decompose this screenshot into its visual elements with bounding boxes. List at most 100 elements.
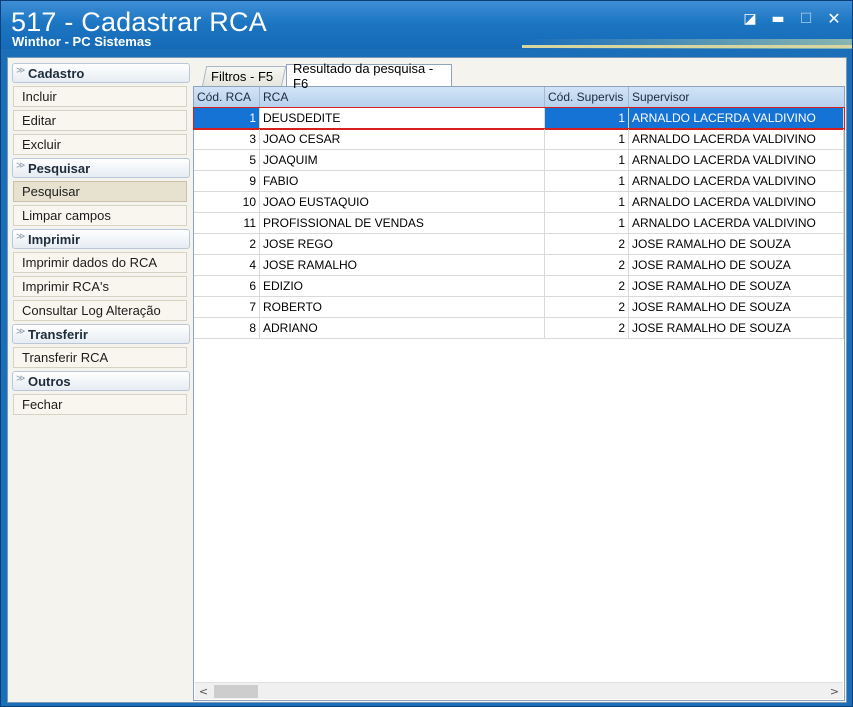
- title-bar[interactable]: 517 - Cadastrar RCA Winthor - PC Sistema…: [1, 1, 852, 49]
- results-grid[interactable]: Cód. RCA RCA Cód. Supervis Supervisor 1D…: [193, 86, 845, 701]
- minimize-icon[interactable]: ▬: [767, 9, 789, 29]
- cell-cod-rca[interactable]: 6: [194, 276, 260, 296]
- cell-rca[interactable]: ADRIANO: [260, 318, 545, 338]
- table-row[interactable]: 2 JOSE REGO 2 JOSE RAMALHO DE SOUZA: [194, 234, 844, 255]
- horizontal-scrollbar[interactable]: < >: [195, 682, 843, 699]
- sidebar: ≫ Cadastro Incluir Editar Excluir ≫ Pesquisar P…: [12, 63, 190, 418]
- group-header-imprimir[interactable]: ≫ Imprimir: [12, 229, 190, 249]
- grid-rows: 1 DEUSDEDITE 1 ARNALDO LACERDA VALDIVINO 3 JO…: [193, 107, 845, 339]
- cell-rca[interactable]: JOSE REGO: [260, 234, 545, 254]
- cell-rca[interactable]: ROBERTO: [260, 297, 545, 317]
- cell-rca[interactable]: JOAO EUSTAQUIO: [260, 192, 545, 212]
- chevron-collapse-icon[interactable]: ≫: [16, 327, 28, 337]
- table-row[interactable]: 4 JOSE RAMALHO 2 JOSE RAMALHO DE SOUZA: [194, 255, 844, 276]
- table-row[interactable]: 9 FABIO 1 ARNALDO LACERDA VALDIVINO: [194, 171, 844, 192]
- cell-rca[interactable]: DEUSDEDITE: [260, 108, 545, 128]
- column-header-cod-supervisor[interactable]: Cód. Supervis: [545, 87, 629, 108]
- group-label: Outros: [28, 373, 71, 389]
- sidebar-item[interactable]: Transferir RCA: [13, 347, 187, 368]
- group-header-cadastro[interactable]: ≫ Cadastro: [12, 63, 190, 83]
- cell-cod-rca[interactable]: 5: [194, 150, 260, 170]
- chevron-collapse-icon[interactable]: ≫: [16, 374, 28, 384]
- sidebar-item[interactable]: Pesquisar: [13, 181, 187, 202]
- group-header-pesquisar[interactable]: ≫ Pesquisar: [12, 158, 190, 178]
- cell-cod-rca[interactable]: 1: [194, 108, 260, 128]
- cell-cod-supervisor[interactable]: 1: [545, 213, 629, 233]
- restore-icon[interactable]: ◪: [739, 9, 761, 29]
- sidebar-item[interactable]: Imprimir dados do RCA: [13, 252, 187, 273]
- cell-supervisor[interactable]: ARNALDO LACERDA VALDIVINO: [629, 150, 844, 170]
- cell-supervisor[interactable]: ARNALDO LACERDA VALDIVINO: [629, 108, 844, 128]
- table-row[interactable]: 3 JOAO CESAR 1 ARNALDO LACERDA VALDIVINO: [194, 129, 844, 150]
- group-header-outros[interactable]: ≫ Outros: [12, 371, 190, 391]
- table-row[interactable]: 11 PROFISSIONAL DE VENDAS 1 ARNALDO LACERDA…: [194, 213, 844, 234]
- sidebar-item[interactable]: Incluir: [13, 86, 187, 107]
- cell-supervisor[interactable]: ARNALDO LACERDA VALDIVINO: [629, 192, 844, 212]
- cell-cod-supervisor[interactable]: 1: [545, 108, 629, 128]
- cell-cod-rca[interactable]: 9: [194, 171, 260, 191]
- close-icon[interactable]: ✕: [823, 9, 845, 29]
- cell-cod-supervisor[interactable]: 1: [545, 129, 629, 149]
- chevron-collapse-icon[interactable]: ≫: [16, 161, 28, 171]
- cell-cod-rca[interactable]: 4: [194, 255, 260, 275]
- cell-cod-rca[interactable]: 7: [194, 297, 260, 317]
- cell-supervisor[interactable]: ARNALDO LACERDA VALDIVINO: [629, 129, 844, 149]
- cell-supervisor[interactable]: JOSE RAMALHO DE SOUZA: [629, 297, 844, 317]
- sidebar-item[interactable]: Consultar Log Alteração: [13, 300, 187, 321]
- table-row[interactable]: 5 JOAQUIM 1 ARNALDO LACERDA VALDIVINO: [194, 150, 844, 171]
- cell-rca[interactable]: JOAQUIM: [260, 150, 545, 170]
- sidebar-item[interactable]: Fechar: [13, 394, 187, 415]
- sidebar-item[interactable]: Excluir: [13, 134, 187, 155]
- cell-cod-rca[interactable]: 2: [194, 234, 260, 254]
- client-area: ≫ Cadastro Incluir Editar Excluir ≫ Pesquisar P…: [7, 57, 847, 703]
- maximize-icon[interactable]: ☐: [795, 9, 817, 29]
- table-row[interactable]: 10 JOAO EUSTAQUIO 1 ARNALDO LACERDA VALDIVI…: [194, 192, 844, 213]
- column-header-supervisor[interactable]: Supervisor: [629, 87, 844, 108]
- cell-cod-supervisor[interactable]: 2: [545, 255, 629, 275]
- sidebar-item[interactable]: Limpar campos: [13, 205, 187, 226]
- cell-rca[interactable]: EDIZIO: [260, 276, 545, 296]
- scroll-right-icon[interactable]: >: [826, 683, 843, 700]
- tab-resultado[interactable]: Resultado da pesquisa - F6: [286, 61, 452, 91]
- group-header-transferir[interactable]: ≫ Transferir: [12, 324, 190, 344]
- cell-cod-rca[interactable]: 8: [194, 318, 260, 338]
- cell-cod-supervisor[interactable]: 1: [545, 192, 629, 212]
- tab-filtros[interactable]: Filtros - F5: [202, 66, 287, 86]
- sidebar-item[interactable]: Imprimir RCA's: [13, 276, 187, 297]
- cell-cod-supervisor[interactable]: 2: [545, 318, 629, 338]
- cell-supervisor[interactable]: JOSE RAMALHO DE SOUZA: [629, 318, 844, 338]
- cell-cod-rca[interactable]: 10: [194, 192, 260, 212]
- cell-supervisor[interactable]: JOSE RAMALHO DE SOUZA: [629, 276, 844, 296]
- cell-cod-supervisor[interactable]: 2: [545, 234, 629, 254]
- cell-cod-supervisor[interactable]: 1: [545, 150, 629, 170]
- scroll-left-icon[interactable]: <: [195, 683, 212, 700]
- tab-resultado-label: Resultado da pesquisa - F6: [293, 60, 434, 91]
- app-window: 517 - Cadastrar RCA Winthor - PC Sistema…: [0, 0, 853, 707]
- column-header-cod-rca[interactable]: Cód. RCA: [194, 87, 260, 108]
- cell-supervisor[interactable]: JOSE RAMALHO DE SOUZA: [629, 234, 844, 254]
- title-decoration-line: [522, 45, 852, 48]
- chevron-collapse-icon[interactable]: ≫: [16, 232, 28, 242]
- cell-rca[interactable]: FABIO: [260, 171, 545, 191]
- table-row[interactable]: 7 ROBERTO 2 JOSE RAMALHO DE SOUZA: [194, 297, 844, 318]
- cell-cod-supervisor[interactable]: 2: [545, 297, 629, 317]
- tab-filtros-label: Filtros - F5: [211, 69, 274, 84]
- cell-cod-supervisor[interactable]: 2: [545, 276, 629, 296]
- scroll-thumb[interactable]: [214, 685, 258, 698]
- cell-rca[interactable]: PROFISSIONAL DE VENDAS: [260, 213, 545, 233]
- table-row[interactable]: 8 ADRIANO 2 JOSE RAMALHO DE SOUZA: [194, 318, 844, 339]
- table-row[interactable]: 6 EDIZIO 2 JOSE RAMALHO DE SOUZA: [194, 276, 844, 297]
- cell-supervisor[interactable]: ARNALDO LACERDA VALDIVINO: [629, 213, 844, 233]
- sidebar-item[interactable]: Editar: [13, 110, 187, 131]
- cell-cod-supervisor[interactable]: 1: [545, 171, 629, 191]
- cell-rca[interactable]: JOSE RAMALHO: [260, 255, 545, 275]
- cell-cod-rca[interactable]: 11: [194, 213, 260, 233]
- cell-rca[interactable]: JOAO CESAR: [260, 129, 545, 149]
- cell-supervisor[interactable]: JOSE RAMALHO DE SOUZA: [629, 255, 844, 275]
- grid-header: Cód. RCA RCA Cód. Supervis Supervisor: [194, 87, 844, 108]
- group-label: Pesquisar: [28, 160, 91, 176]
- cell-cod-rca[interactable]: 3: [194, 129, 260, 149]
- table-row[interactable]: 1 DEUSDEDITE 1 ARNALDO LACERDA VALDIVINO: [193, 107, 845, 130]
- chevron-collapse-icon[interactable]: ≫: [16, 66, 28, 76]
- cell-supervisor[interactable]: ARNALDO LACERDA VALDIVINO: [629, 171, 844, 191]
